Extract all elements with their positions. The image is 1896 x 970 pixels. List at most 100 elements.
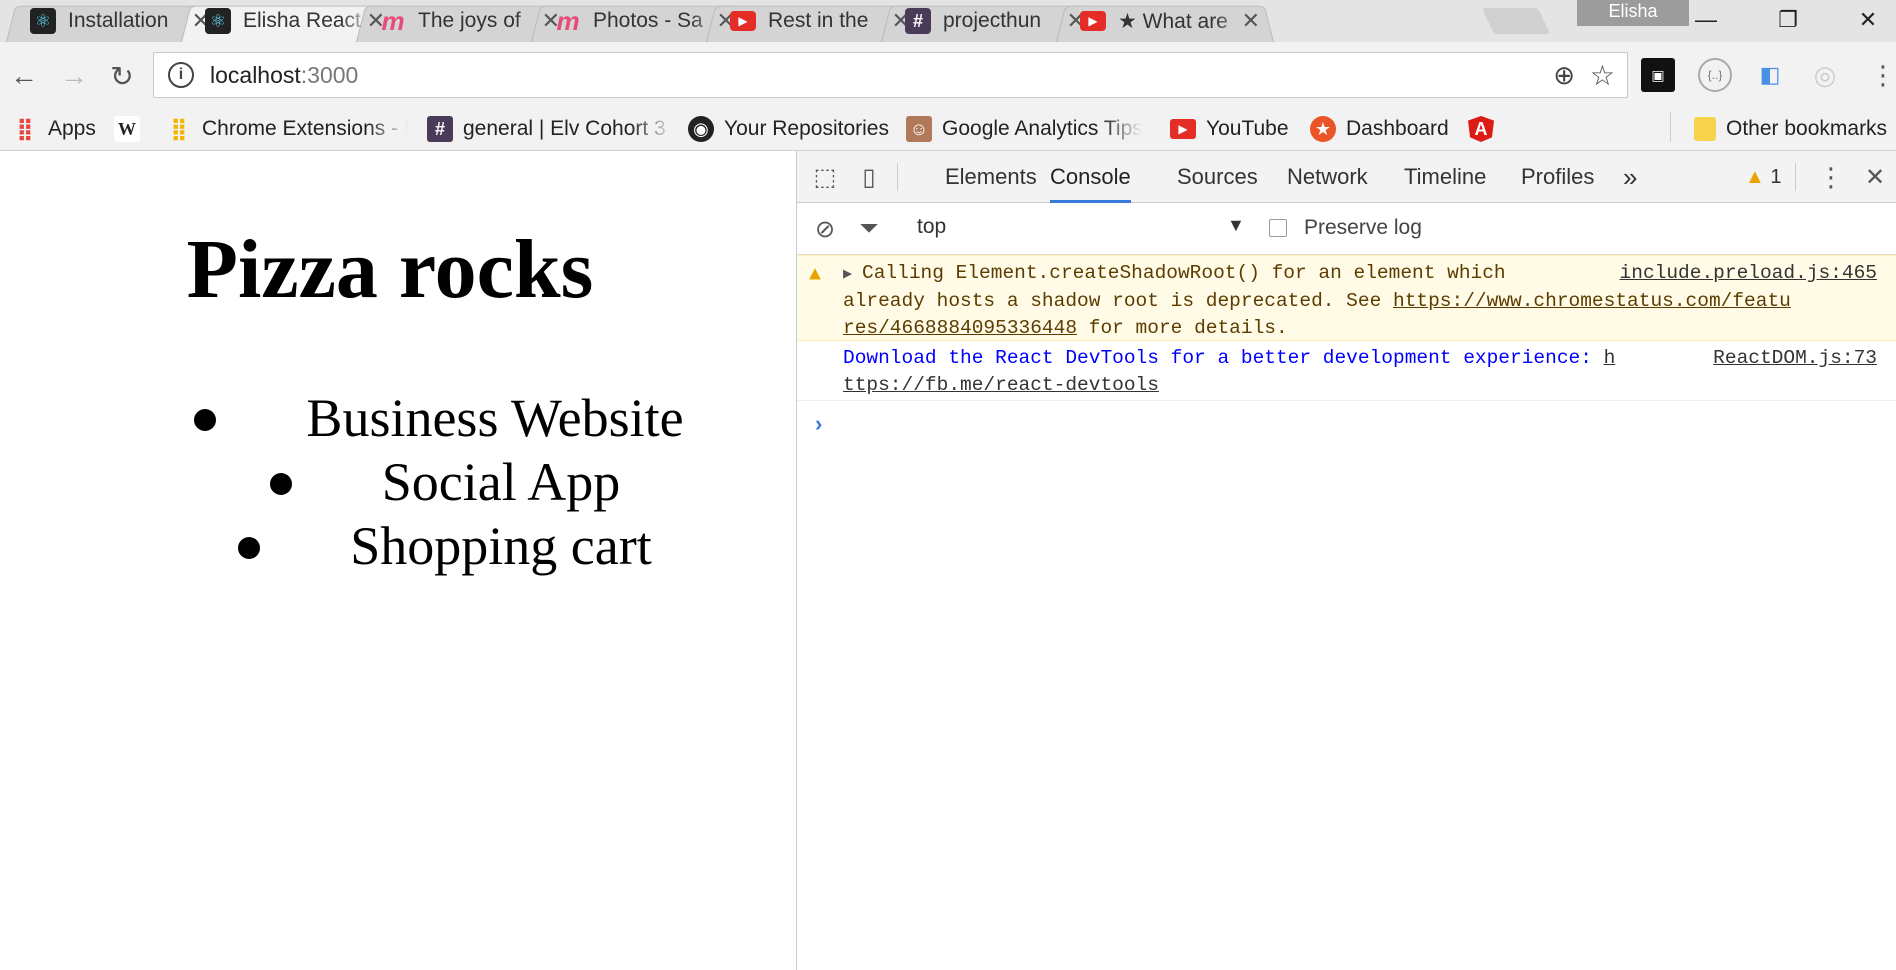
menu-icon[interactable]: ⋮ [1866,58,1896,92]
zoom-icon[interactable]: ⊕ [1553,60,1575,91]
devtools-tabbar: ⬚ ▯ Elements Console Sources Network Tim… [797,151,1896,203]
tab-title: Photos - Sa [593,9,703,32]
context-selector[interactable]: top [917,215,946,239]
bookmark-label: Your Repositories [724,117,889,140]
minimize-icon[interactable]: — [1676,0,1736,40]
bullet-icon [194,408,217,431]
tab-strip: ⚛ Installation ✕ ⚛ Elisha React ✕ m The … [0,0,1896,42]
profile-button[interactable]: Elisha [1577,0,1689,26]
bookmarks-bar: ⣿ Apps W ⣿ Chrome Extensions - F # gener… [0,108,1896,151]
message-link[interactable]: https://www.chromestatus.com/featu [1393,290,1791,312]
tab-title: ★ What are [1118,9,1228,33]
tab-title: The joys of [418,9,521,32]
preserve-log-checkbox[interactable] [1269,219,1287,237]
bookmark-angular[interactable]: A [1468,112,1504,146]
apps-grid-icon: ⣿ [16,116,34,141]
list-item-label: Shopping cart [350,516,652,576]
bookmark-chrome-extensions[interactable]: ⣿ Chrome Extensions - F [166,112,408,146]
devtools-menu-icon[interactable]: ⋮ [1815,161,1847,193]
react-icon: ⚛ [30,8,56,34]
preserve-log-label: Preserve log [1304,216,1422,239]
extension-react-icon[interactable]: ◎ [1808,58,1842,92]
message-link[interactable]: h [1604,347,1616,369]
filter-icon[interactable]: ⏷ [853,213,885,245]
info-icon[interactable]: i [168,62,194,88]
react-icon: ⚛ [205,8,231,34]
bookmark-apps[interactable]: ⣿ Apps [12,112,96,146]
tab-sources[interactable]: Sources [1177,151,1258,203]
message-link[interactable]: ttps://fb.me/react-devtools [843,374,1159,396]
bookmark-general[interactable]: # general | Elv Cohort 3 [427,112,673,146]
message-link[interactable]: res/4668884095336448 [843,317,1077,339]
bookmark-analytics[interactable]: ☺ Google Analytics Tips [906,112,1142,146]
avatar-icon: ☺ [906,116,932,142]
message-text: for more details. [1077,317,1288,339]
tab-title: Installation [68,9,169,32]
extension-tag-icon[interactable]: ◧ [1753,58,1787,92]
message-text: Calling Element.createShadowRoot() for a… [862,262,1506,284]
device-mode-icon[interactable]: ▯ [853,161,885,193]
url-host: localhost [210,61,301,88]
forward-icon[interactable]: → [56,58,92,94]
tab-elements[interactable]: Elements [945,151,1037,203]
close-window-icon[interactable]: ✕ [1838,0,1896,40]
source-link[interactable]: include.preload.js:465 [1620,260,1877,287]
extension-json-icon[interactable]: {..} [1698,58,1732,92]
divider [897,163,898,191]
bookmark-wikipedia[interactable]: W [114,112,150,146]
list-item: Shopping cart [0,514,890,578]
tab-network[interactable]: Network [1287,151,1368,203]
github-icon: ◉ [688,116,714,142]
bookmark-repositories[interactable]: ◉ Your Repositories [688,112,889,146]
warning-counter[interactable]: ▲ 1 [1745,151,1781,203]
bookmarks-divider [1670,112,1671,142]
bookmark-label: Chrome Extensions - F [202,117,408,140]
chevron-down-icon[interactable]: ▼ [1227,215,1245,236]
browser-chrome: ⚛ Installation ✕ ⚛ Elisha React ✕ m The … [0,0,1896,151]
message-text: already hosts a shadow root is deprecate… [843,290,1382,312]
bookmark-label: Apps [48,117,96,140]
console-info-message: Download the React DevTools for a better… [797,341,1896,401]
devtools-panel: ⬚ ▯ Elements Console Sources Network Tim… [796,151,1896,970]
new-tab-button[interactable] [1481,8,1551,34]
address-bar[interactable]: i localhost:3000 ⊕ ☆ [153,52,1628,98]
bookmark-other[interactable]: Other bookmarks [1694,112,1887,146]
console-prompt[interactable]: › [815,411,822,437]
close-icon[interactable]: ✕ [1242,8,1260,34]
expand-triangle-icon[interactable]: ▶ [843,266,852,283]
tab-title: projecthun [943,9,1042,32]
auth0-icon: ★ [1310,116,1336,142]
bookmark-star-icon[interactable]: ☆ [1590,59,1615,92]
console-warning-message: ▲ ▶ Calling Element.createShadowRoot() fo… [797,255,1896,341]
bookmark-label: general | Elv Cohort 3 [463,117,666,140]
tab-title: Elisha React [243,9,361,32]
bullet-icon [269,472,292,495]
warning-icon: ▲ [809,264,822,287]
apps-grid-icon: ⣿ [170,116,188,141]
clear-console-icon[interactable]: ⊘ [809,213,841,245]
tab-profiles[interactable]: Profiles [1521,151,1594,203]
extension-camera-icon[interactable]: ▣ [1641,58,1675,92]
toolbar: ← → ↻ i localhost:3000 ⊕ ☆ ▣ {..} ◧ ◎ ⋮ [0,42,1896,108]
youtube-icon: ▶ [730,11,756,31]
bookmark-youtube[interactable]: ▶ YouTube [1170,112,1289,146]
inspect-icon[interactable]: ⬚ [809,161,841,193]
medium-icon: m [556,5,580,36]
more-tabs-icon[interactable]: » [1623,151,1637,203]
bullet-icon [238,536,261,559]
tab-timeline[interactable]: Timeline [1404,151,1486,203]
source-link[interactable]: ReactDOM.js:73 [1713,345,1877,372]
back-icon[interactable]: ← [6,58,42,94]
close-devtools-icon[interactable]: ✕ [1859,161,1891,193]
console-toolbar: ⊘ ⏷ top ▼ Preserve log [797,203,1896,255]
bookmark-dashboard[interactable]: ★ Dashboard [1310,112,1449,146]
message-text: Download the React DevTools for a better… [843,347,1592,369]
youtube-icon: ▶ [1170,119,1196,139]
tab-what-are[interactable]: ▶ ★ What are ✕ [1050,0,1280,42]
warning-icon: ▲ [1745,166,1765,188]
restore-icon[interactable]: ❐ [1758,0,1818,40]
angular-icon: A [1468,116,1494,142]
tab-console[interactable]: Console [1050,151,1131,203]
reload-icon[interactable]: ↻ [104,58,140,94]
list-item-label: Social App [381,452,621,512]
